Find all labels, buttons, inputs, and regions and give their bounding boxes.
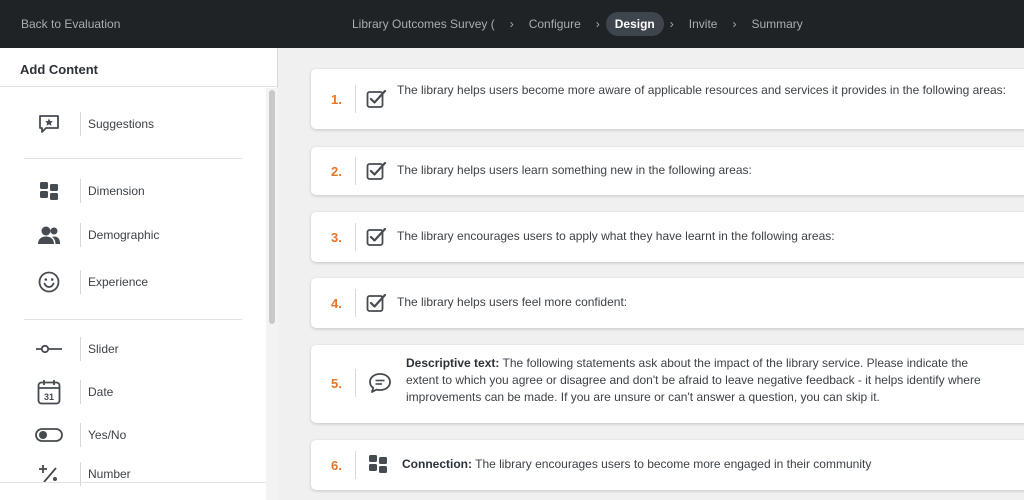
breadcrumb-summary[interactable]: Summary xyxy=(742,12,811,36)
question-text: The library helps users learn something … xyxy=(397,163,752,177)
question-number: 5. xyxy=(331,376,342,391)
plus-percent-icon xyxy=(24,460,74,488)
chevron-right-icon: › xyxy=(595,17,600,31)
question-number: 2. xyxy=(331,164,342,179)
question-text: The library helps users become more awar… xyxy=(397,83,1006,97)
sidebar-item-number[interactable]: Number xyxy=(24,458,244,490)
breadcrumb-survey-name[interactable]: Library Outcomes Survey ( xyxy=(352,12,504,36)
speech-bubble-icon xyxy=(368,372,391,394)
grid-blocks-icon xyxy=(24,177,74,205)
checkbox-icon xyxy=(365,160,387,182)
top-nav-bar: Back to Evaluation Library Outcomes Surv… xyxy=(0,0,1024,48)
question-number: 1. xyxy=(331,92,342,107)
sidebar-scrollbar-thumb[interactable] xyxy=(269,90,275,324)
sidebar-item-label: Slider xyxy=(88,342,119,356)
survey-question-list: 1. The library helps users become more a… xyxy=(291,48,1024,500)
sidebar-item-date[interactable]: 31 Date xyxy=(24,376,244,408)
question-card-1[interactable]: 1. The library helps users become more a… xyxy=(311,69,1024,129)
sidebar-divider xyxy=(0,482,266,483)
users-icon xyxy=(24,221,74,249)
sidebar-item-label: Number xyxy=(88,467,131,481)
calendar-day-text: 31 xyxy=(44,392,54,402)
question-card-2[interactable]: 2. The library helps users learn somethi… xyxy=(311,147,1024,195)
checkbox-icon xyxy=(365,292,387,314)
calendar-icon: 31 xyxy=(24,378,74,406)
question-text: Descriptive text: The following statemen… xyxy=(406,356,981,404)
question-number: 3. xyxy=(331,230,342,245)
add-content-sidebar: Add Content Suggestions Dimension Demogr… xyxy=(0,48,278,500)
sidebar-item-demographic[interactable]: Demographic xyxy=(24,219,244,251)
star-comment-icon xyxy=(24,110,74,138)
sidebar-item-label: Demographic xyxy=(88,228,160,242)
checkbox-icon xyxy=(365,88,387,110)
slider-icon xyxy=(24,335,74,363)
toggle-icon xyxy=(24,421,74,449)
sidebar-divider xyxy=(24,319,242,320)
sidebar-item-label: Suggestions xyxy=(88,117,155,131)
question-text: Connection: The library encourages users… xyxy=(402,457,872,471)
question-card-5[interactable]: 5. Descriptive text: The following state… xyxy=(311,345,1024,423)
question-text: The library encourages users to apply wh… xyxy=(397,229,835,243)
sidebar-item-yes-no[interactable]: Yes/No xyxy=(24,419,244,451)
question-card-6[interactable]: 6. Connection: The library encourages us… xyxy=(311,440,1024,490)
sidebar-item-dimension[interactable]: Dimension xyxy=(24,175,244,207)
sidebar-item-slider[interactable]: Slider xyxy=(24,333,244,365)
grid-blocks-icon xyxy=(368,454,390,476)
sidebar-divider xyxy=(24,158,242,159)
question-card-4[interactable]: 4. The library helps users feel more con… xyxy=(311,278,1024,328)
breadcrumb: Library Outcomes Survey ( › Configure › … xyxy=(352,11,812,37)
chevron-right-icon: › xyxy=(732,17,737,31)
question-card-3[interactable]: 3. The library encourages users to apply… xyxy=(311,212,1024,262)
question-number: 6. xyxy=(331,458,342,473)
sidebar-item-label: Experience xyxy=(88,275,149,289)
sidebar-title: Add Content xyxy=(20,62,98,77)
question-number: 4. xyxy=(331,296,342,311)
sidebar-divider xyxy=(0,86,278,87)
breadcrumb-invite[interactable]: Invite xyxy=(680,12,727,36)
question-text: The library helps users feel more confid… xyxy=(397,295,628,309)
sidebar-item-label: Yes/No xyxy=(88,428,127,442)
chevron-right-icon: › xyxy=(509,17,514,31)
sidebar-item-experience[interactable]: Experience xyxy=(24,266,244,298)
sidebar-item-label: Date xyxy=(88,385,114,399)
sidebar-item-label: Dimension xyxy=(88,184,145,198)
sidebar-item-suggestions[interactable]: Suggestions xyxy=(24,108,244,140)
checkbox-icon xyxy=(365,226,387,248)
smiley-icon xyxy=(24,268,74,296)
chevron-right-icon: › xyxy=(669,17,674,31)
breadcrumb-configure[interactable]: Configure xyxy=(520,12,590,36)
breadcrumb-design[interactable]: Design xyxy=(605,12,664,36)
back-to-evaluation-link[interactable]: Back to Evaluation xyxy=(21,17,120,31)
